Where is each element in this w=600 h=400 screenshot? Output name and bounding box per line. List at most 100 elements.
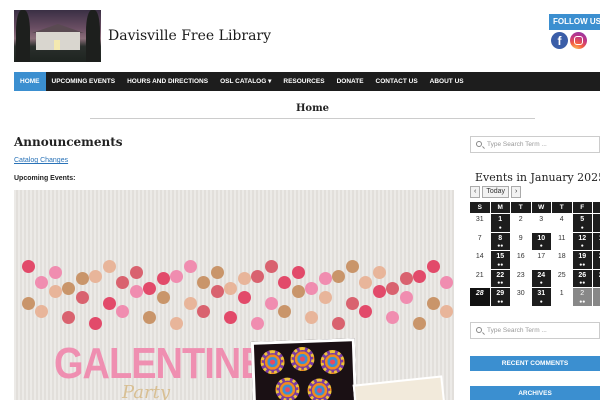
confetti-dot [170, 317, 183, 330]
announcements-heading: Announcements [14, 135, 123, 149]
confetti-dot [211, 285, 224, 298]
calendar-day: 9 [518, 234, 523, 242]
confetti-dot [238, 291, 251, 304]
calendar-day[interactable]: 3● [593, 288, 600, 306]
nav-home[interactable]: HOME [14, 72, 46, 91]
calendar-weekday: W [531, 202, 551, 213]
event-dots: ●● [579, 298, 586, 305]
confetti-dot [292, 266, 305, 279]
nav-about-us[interactable]: ABOUT US [424, 72, 470, 91]
confetti-dot [62, 282, 75, 295]
calendar-day: 4 [559, 216, 564, 223]
confetti-dot [413, 270, 426, 283]
nav-contact-us[interactable]: CONTACT US [370, 72, 424, 91]
confetti-dot [130, 266, 143, 279]
recent-comments-button[interactable]: RECENT COMMENTS [470, 356, 600, 371]
confetti-dot [22, 260, 35, 273]
confetti-dot [157, 272, 170, 285]
confetti-dot [157, 291, 170, 304]
confetti-dot [35, 305, 48, 318]
calendar-day: 17 [537, 253, 546, 260]
calendar-day[interactable]: 13● [593, 232, 600, 250]
confetti-dot [89, 317, 102, 330]
confetti-dot [35, 276, 48, 289]
calendar-weekday: F [572, 202, 592, 213]
confetti-dot [292, 285, 305, 298]
calendar-day[interactable]: 19 ●● [572, 251, 592, 269]
search-input-2[interactable]: Type Search Term ... [470, 322, 600, 339]
event-dots: ● [593, 281, 600, 286]
search-input[interactable]: Type Search Term ... [470, 136, 600, 153]
calendar-day[interactable]: 15 ●● [490, 251, 510, 269]
calendar-day[interactable]: 6● [593, 214, 600, 232]
confetti-dot [305, 311, 318, 324]
calendar-day[interactable]: 10 ● [531, 232, 551, 250]
event-dots: ●● [593, 262, 600, 268]
confetti-dot [224, 282, 237, 295]
today-button[interactable]: Today [482, 186, 510, 198]
confetti-dot [184, 297, 197, 310]
confetti-dot [143, 282, 156, 295]
calendar-day[interactable]: 22 ●● [490, 269, 510, 287]
event-dots: ●● [497, 243, 504, 249]
nav-upcoming-events[interactable]: UPCOMING EVENTS [46, 72, 122, 91]
confetti-dot [22, 297, 35, 310]
confetti-dot [413, 317, 426, 330]
nav-hours-and-directions[interactable]: HOURS AND DIRECTIONS [121, 72, 214, 91]
confetti-dot [265, 297, 278, 310]
calendar-day[interactable]: 12 ● [572, 232, 592, 250]
facebook-icon[interactable]: f [551, 32, 568, 49]
galentines-party-flyer[interactable]: GALENTINE'S Party [14, 190, 454, 400]
calendar-nav: ‹ Today › [470, 186, 522, 198]
site-title[interactable]: Davisville Free Library [108, 28, 271, 44]
calendar-day: 31 [475, 216, 484, 223]
calendar-day[interactable]: 26 ●● [572, 269, 592, 287]
confetti-dot [76, 272, 89, 285]
calendar-day: 18 [557, 253, 566, 260]
confetti-dot [386, 311, 399, 324]
calendar-day: 16 [516, 253, 525, 260]
confetti-dot [427, 260, 440, 273]
calendar-weekday: M [490, 202, 510, 213]
calendar-day[interactable]: 2 ●● [572, 288, 592, 306]
next-month-button[interactable]: › [511, 186, 522, 198]
calendar-day: 7 [477, 234, 482, 242]
catalog-changes-link[interactable]: Catalog Changes [14, 157, 68, 164]
events-calendar: SMTWTFS311●2345●6●78●●910●1112●13●1415●●… [470, 202, 600, 307]
calendar-day[interactable]: 5 ● [572, 214, 592, 232]
library-logo-photo[interactable] [14, 10, 101, 62]
prev-month-button[interactable]: ‹ [470, 186, 481, 198]
confetti-dot [211, 266, 224, 279]
instagram-icon[interactable] [570, 32, 587, 49]
archives-button[interactable]: ARCHIVES [470, 386, 600, 400]
calendar-day: 23 [516, 271, 525, 279]
calendar-day[interactable]: 1 ● [490, 214, 510, 232]
confetti-dot [359, 276, 372, 289]
confetti-dot [359, 305, 372, 318]
events-calendar-title: Events in January 2025 [475, 171, 600, 184]
confetti-dot [305, 282, 318, 295]
flyer-script-text: Party [122, 382, 171, 400]
calendar-day[interactable]: 27● [593, 269, 600, 287]
calendar-day: 21 [475, 271, 484, 279]
calendar-day: 2 [518, 216, 523, 223]
calendar-day[interactable]: 24 ● [531, 269, 551, 287]
calendar-day[interactable]: 29 ●● [490, 288, 510, 306]
confetti-dot [251, 317, 264, 330]
confetti-dot [427, 297, 440, 310]
confetti-dot [170, 270, 183, 283]
calendar-day[interactable]: 20●● [593, 251, 600, 269]
event-dots: ● [539, 280, 543, 286]
nav-resources[interactable]: RESOURCES [277, 72, 330, 91]
nav-osl-catalog[interactable]: OSL CATALOG ▾ [214, 72, 277, 91]
nav-donate[interactable]: DONATE [331, 72, 370, 91]
event-dots: ● [539, 298, 543, 305]
confetti-dot [400, 272, 413, 285]
page-title: Home [295, 103, 330, 114]
event-dots: ●● [497, 280, 504, 286]
calendar-day[interactable]: 8 ●● [490, 232, 510, 250]
calendar-day[interactable]: 31 ● [531, 288, 551, 306]
event-dots: ● [580, 224, 584, 231]
event-dots: ●● [497, 298, 504, 305]
confetti-dot [251, 270, 264, 283]
